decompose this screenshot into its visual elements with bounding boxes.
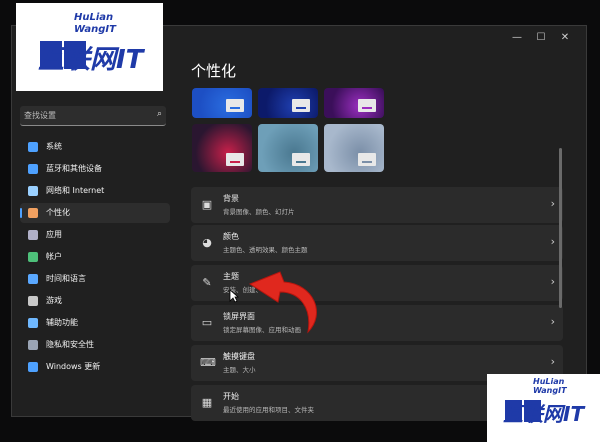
chevron-right-icon: ›	[550, 197, 555, 210]
theme-lake[interactable]	[258, 124, 318, 172]
settings-card-subtitle: 背景图像、颜色、幻灯片	[223, 208, 295, 216]
sidebar-item-label: 帐户	[46, 252, 62, 261]
watermark-logo-bottom: HuLian WangIT 互联网IT	[487, 374, 600, 442]
sidebar-item[interactable]: 帐户	[20, 247, 170, 267]
chevron-right-icon: ›	[550, 275, 555, 288]
sidebar-item-label: Windows 更新	[46, 362, 101, 371]
sidebar-item-label: 网络和 Internet	[46, 186, 105, 195]
person-icon	[28, 252, 38, 262]
logo-text-brand: 互联网IT	[503, 402, 585, 426]
search-icon[interactable]: ⌕	[157, 109, 162, 119]
sidebar-item-label: 辅助功能	[46, 318, 78, 327]
logo-text-hulian: HuLian	[74, 12, 114, 23]
lock-screen-icon: ▭	[201, 316, 213, 329]
sidebar-item-label: 游戏	[46, 296, 62, 305]
sidebar-item-label: 隐私和安全性	[46, 340, 94, 349]
theme-preview-window	[292, 99, 310, 112]
apps-icon	[28, 230, 38, 240]
chevron-right-icon: ›	[550, 315, 555, 328]
logo-text-wangit: WangIT	[533, 386, 567, 395]
theme-bloom-blue[interactable]	[192, 88, 252, 118]
logo-text-hulian: HuLian	[533, 377, 565, 386]
settings-card-subtitle: 主题、大小	[223, 366, 256, 374]
pen-icon	[28, 208, 38, 218]
minimize-button[interactable]: —	[506, 30, 528, 46]
shield-icon	[28, 340, 38, 350]
settings-card-title: 颜色	[223, 232, 239, 241]
theme-preview-window	[226, 153, 244, 166]
maximize-button[interactable]: ☐	[530, 30, 552, 46]
sidebar-item-label: 系统	[46, 142, 62, 151]
theme-preview-window	[358, 153, 376, 166]
settings-card-title: 触摸键盘	[223, 352, 255, 361]
settings-card[interactable]: ▣ 背景背景图像、颜色、幻灯片 ›	[191, 187, 563, 223]
bluetooth-icon	[28, 164, 38, 174]
settings-card-subtitle: 最近使用的应用和项目、文件夹	[223, 406, 314, 414]
selection-indicator	[20, 208, 22, 218]
sidebar-item[interactable]: 系统	[20, 137, 170, 157]
theme-glow-purple[interactable]	[324, 88, 384, 118]
globe-clock-icon	[28, 274, 38, 284]
search-input[interactable]	[24, 108, 144, 122]
logo-text-wangit: WangIT	[74, 24, 116, 35]
sidebar-item[interactable]: 隐私和安全性	[20, 335, 170, 355]
settings-card-title: 开始	[223, 392, 239, 401]
arrow-body	[248, 271, 317, 334]
theme-flower[interactable]	[192, 124, 252, 172]
sidebar-item[interactable]: 蓝牙和其他设备	[20, 159, 170, 179]
keyboard-icon: ⌨	[200, 356, 216, 369]
page-title: 个性化	[191, 62, 237, 80]
sidebar-item-label: 应用	[46, 230, 62, 239]
sidebar-item-label: 个性化	[46, 208, 70, 217]
theme-preview-window	[292, 153, 310, 166]
close-button[interactable]: ✕	[554, 30, 576, 46]
watermark-logo-top: HuLian WangIT 互联网IT	[16, 3, 163, 91]
theme-bloom-light[interactable]	[324, 124, 384, 172]
sidebar-item[interactable]: 应用	[20, 225, 170, 245]
mouse-cursor-icon	[229, 289, 239, 303]
theme-preview-window	[226, 99, 244, 112]
sidebar-item-label: 时间和语言	[46, 274, 86, 283]
search-box[interactable]: ⌕	[20, 106, 166, 126]
sidebar-item[interactable]: 个性化	[20, 203, 170, 223]
settings-card-title: 背景	[223, 194, 239, 203]
sidebar-item[interactable]: 时间和语言	[20, 269, 170, 289]
theme-preview-window	[358, 99, 376, 112]
palette-icon: ◕	[202, 236, 212, 249]
gamepad-icon	[28, 296, 38, 306]
brush-icon: ✎	[202, 276, 212, 289]
wifi-icon	[28, 186, 38, 196]
settings-card-subtitle: 主题色、透明效果、颜色主题	[223, 246, 308, 254]
settings-card-title: 主题	[223, 272, 239, 281]
annotation-arrow	[248, 271, 317, 334]
monitor-icon	[28, 142, 38, 152]
sidebar-item[interactable]: 辅助功能	[20, 313, 170, 333]
settings-card[interactable]: ◕ 颜色主题色、透明效果、颜色主题 ›	[191, 225, 563, 261]
sidebar-item-label: 蓝牙和其他设备	[46, 164, 102, 173]
theme-bloom-dark[interactable]	[258, 88, 318, 118]
sidebar-item[interactable]: 网络和 Internet	[20, 181, 170, 201]
update-icon	[28, 362, 38, 372]
sidebar-item[interactable]: 游戏	[20, 291, 170, 311]
logo-text-brand: 互联网IT	[38, 45, 144, 75]
start-icon: ▦	[201, 396, 213, 409]
chevron-right-icon: ›	[550, 235, 555, 248]
image-icon: ▣	[201, 198, 213, 211]
scrollbar[interactable]	[559, 148, 562, 308]
chevron-right-icon: ›	[550, 355, 555, 368]
sidebar-item[interactable]: Windows 更新	[20, 357, 170, 377]
accessibility-icon	[28, 318, 38, 328]
